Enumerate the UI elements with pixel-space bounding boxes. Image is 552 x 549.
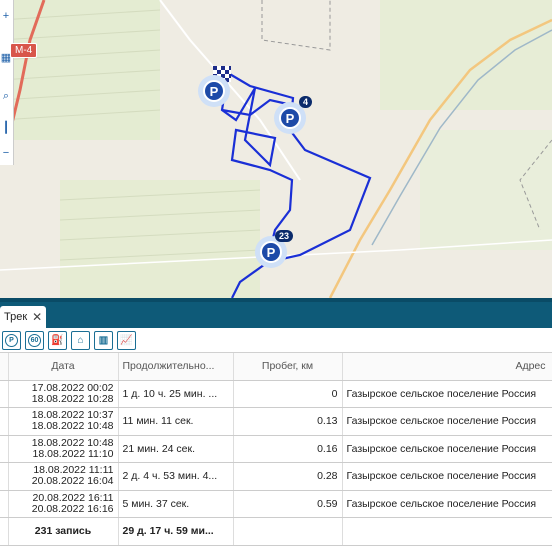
table-row[interactable]: 18.08.2022 10:48 18.08.2022 11:10 21 мин.…: [0, 435, 552, 463]
parking-filter-button[interactable]: P: [2, 330, 21, 350]
address-cell: Газырское сельское поселение Россия: [342, 407, 552, 436]
track-table: Дата Продолжительно... Пробег, км Адрес …: [0, 353, 552, 546]
tab-label: Трек: [4, 311, 28, 323]
toolbar: P 60 ⛽ ⌂ ▥ 📈: [0, 328, 552, 353]
column-header-address[interactable]: Адрес: [342, 353, 552, 381]
chart-icon: 📈: [120, 334, 133, 346]
duration-cell: 2 д. 4 ч. 53 мин. 4...: [118, 462, 234, 491]
speed-60-icon: 60: [28, 333, 41, 347]
date-cell: 18.08.2022 11:11 20.08.2022 16:04: [8, 462, 119, 491]
distance-cell: 0.59: [233, 490, 343, 518]
distance-cell: 0.13: [233, 407, 343, 436]
close-icon[interactable]: ✕: [32, 310, 42, 324]
address-cell: Газырское сельское поселение Россия: [342, 462, 552, 491]
column-header-duration[interactable]: Продолжительно...: [118, 353, 234, 381]
route-icon: ⌂: [77, 334, 84, 346]
speed-filter-button[interactable]: 60: [25, 330, 44, 350]
duration-cell: 5 мин. 37 сек.: [118, 490, 234, 518]
date-cell: 18.08.2022 10:37 18.08.2022 10:48: [8, 407, 119, 436]
total-duration: 29 д. 17 ч. 59 ми...: [118, 517, 234, 546]
fuel-button[interactable]: ⛽: [48, 330, 67, 350]
column-header[interactable]: [0, 353, 9, 381]
columns-icon: ▥: [98, 334, 109, 346]
search-icon[interactable]: ⌕: [0, 88, 12, 104]
address-cell: Газырское сельское поселение Россия: [342, 435, 552, 463]
parking-icon: P: [5, 333, 18, 347]
table-footer: 231 запись 29 д. 17 ч. 59 ми...: [0, 517, 552, 546]
table-header: Дата Продолжительно... Пробег, км Адрес: [0, 353, 552, 381]
marker-count-badge: 23: [274, 230, 293, 242]
table-row[interactable]: 17.08.2022 00:02 18.08.2022 10:28 1 д. 10…: [0, 380, 552, 408]
distance-cell: 0: [233, 380, 343, 408]
parking-marker[interactable]: P 23: [255, 230, 293, 268]
zoom-in-icon[interactable]: +: [0, 8, 12, 24]
date-cell: 18.08.2022 10:48 18.08.2022 11:10: [8, 435, 119, 463]
parking-icon: P: [279, 107, 301, 129]
duration-cell: 21 мин. 24 сек.: [118, 435, 234, 463]
ruler-icon[interactable]: ┃: [0, 120, 12, 136]
address-cell: Газырское сельское поселение Россия: [342, 490, 552, 518]
road-label: M-4: [10, 43, 38, 58]
table-row[interactable]: 20.08.2022 16:11 20.08.2022 16:16 5 мин. …: [0, 490, 552, 518]
fuel-icon: ⛽: [51, 334, 64, 346]
tab-bar: Трек ✕: [0, 298, 552, 328]
parking-icon: P: [203, 80, 225, 102]
parking-marker[interactable]: P 4: [274, 96, 312, 134]
address-cell: Газырское сельское поселение Россия: [342, 380, 552, 408]
chart-button[interactable]: 📈: [117, 330, 136, 350]
column-header-date[interactable]: Дата: [8, 353, 119, 381]
parking-marker[interactable]: P: [198, 75, 230, 107]
route-button[interactable]: ⌂: [71, 330, 90, 350]
distance-cell: 0.16: [233, 435, 343, 463]
date-cell: 20.08.2022 16:11 20.08.2022 16:16: [8, 490, 119, 518]
table-row[interactable]: 18.08.2022 10:37 18.08.2022 10:48 11 мин.…: [0, 407, 552, 436]
map-view[interactable]: + ▦ ⌕ ┃ − M-4 P P 4 P 23: [0, 0, 552, 298]
track-panel: Трек ✕ P 60 ⛽ ⌂ ▥ 📈 Дата Продолжительно.…: [0, 298, 552, 549]
duration-cell: 1 д. 10 ч. 25 мин. ...: [118, 380, 234, 408]
marker-count-badge: 4: [298, 96, 312, 108]
columns-button[interactable]: ▥: [94, 330, 113, 350]
table-row[interactable]: 18.08.2022 11:11 20.08.2022 16:04 2 д. 4 …: [0, 462, 552, 491]
date-cell: 17.08.2022 00:02 18.08.2022 10:28: [8, 380, 119, 408]
parking-icon: P: [260, 241, 282, 263]
record-count: 231 запись: [8, 517, 119, 546]
duration-cell: 11 мин. 11 сек.: [118, 407, 234, 436]
distance-cell: 0.28: [233, 462, 343, 491]
tab-track[interactable]: Трек ✕: [0, 306, 46, 328]
zoom-out-icon[interactable]: −: [0, 145, 12, 161]
map-controls: + ▦ ⌕ ┃ −: [0, 0, 14, 165]
column-header-distance[interactable]: Пробег, км: [233, 353, 343, 381]
